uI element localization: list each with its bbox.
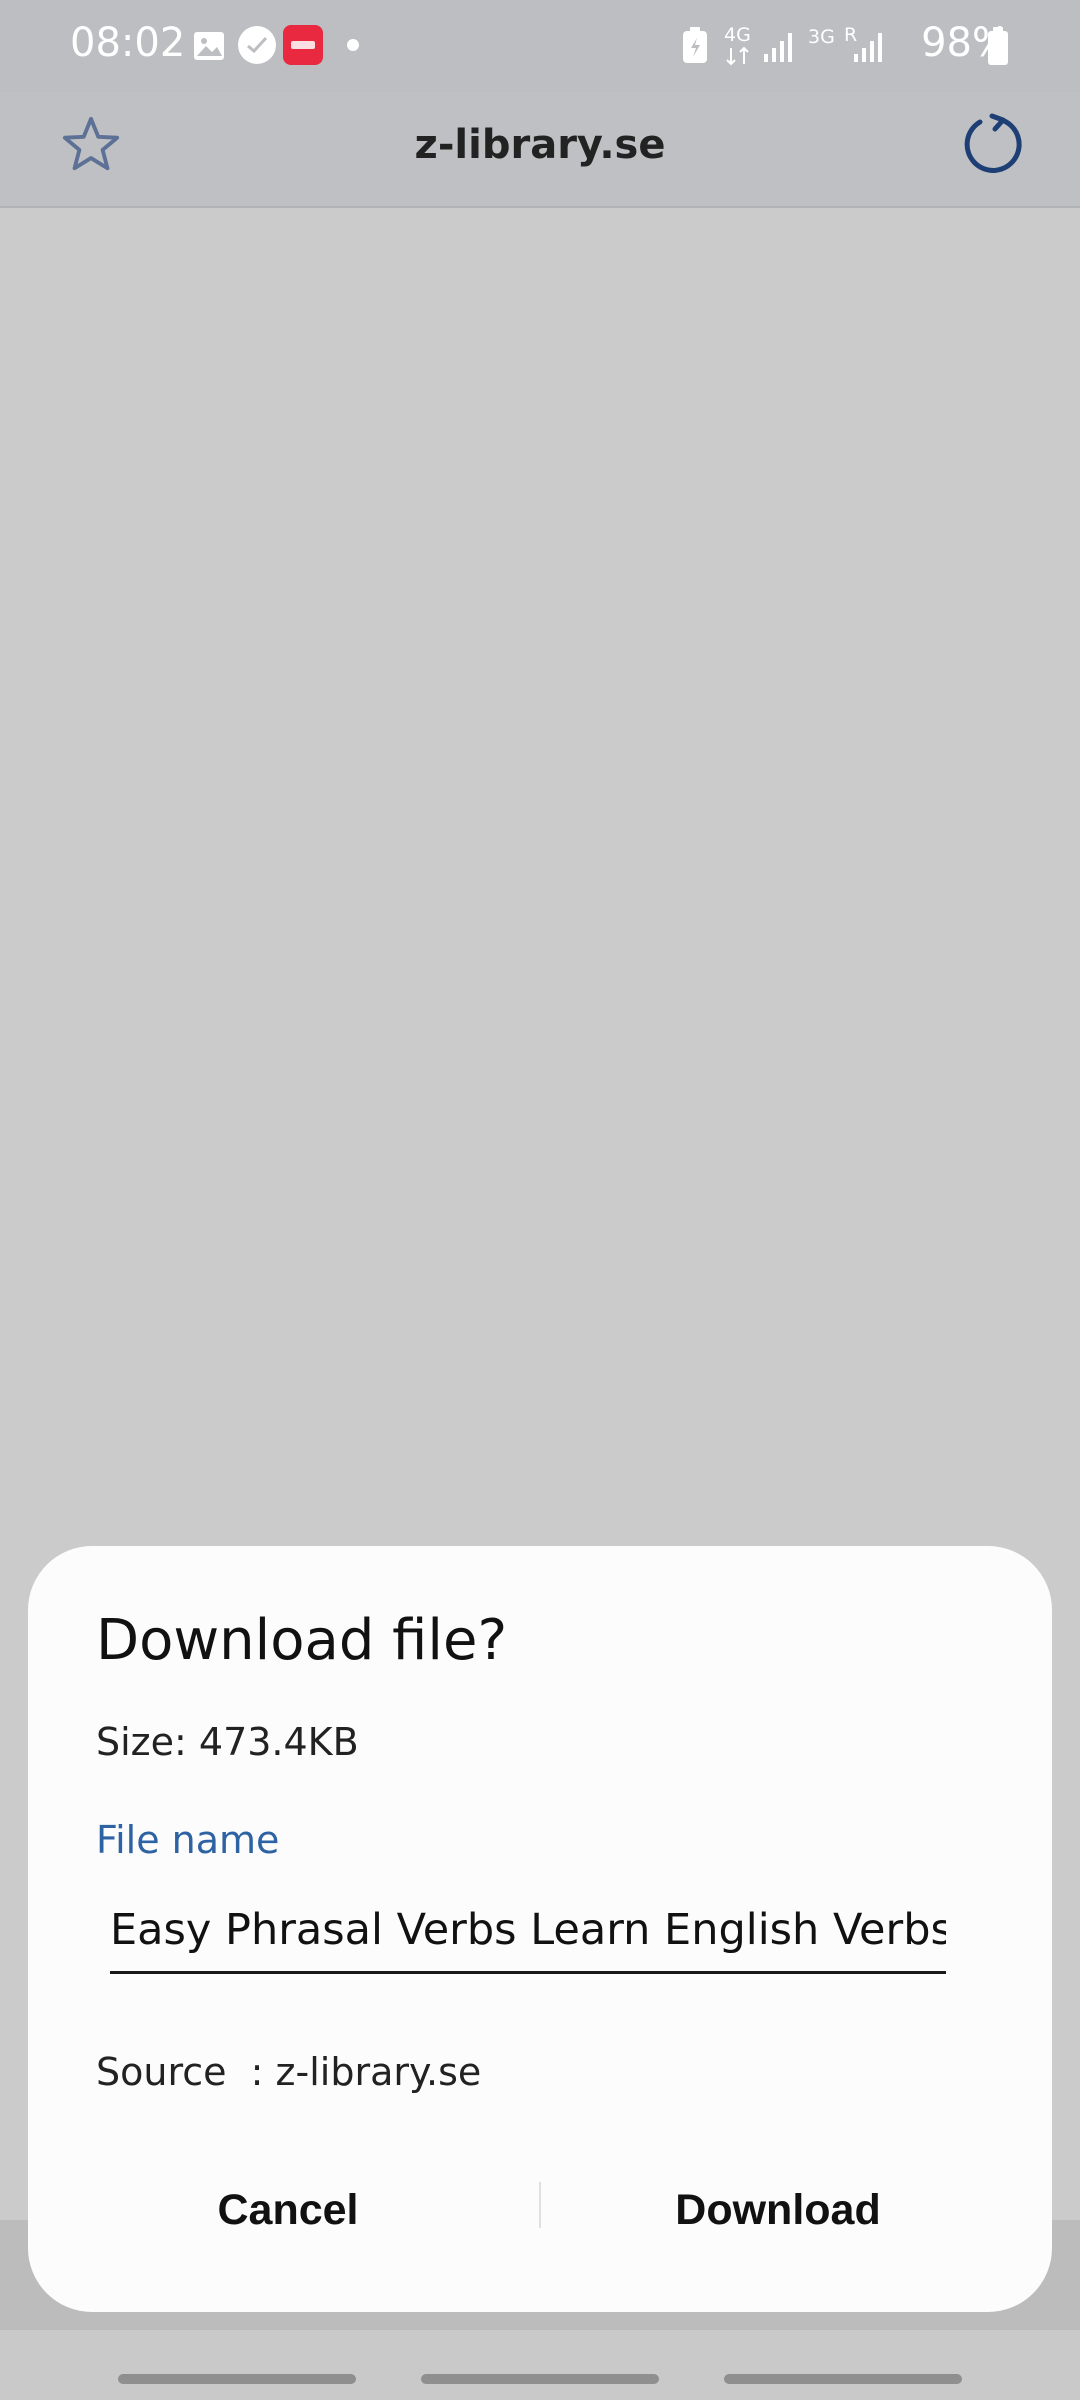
battery-saver-icon <box>683 27 707 63</box>
url-display[interactable]: z-library.se <box>0 122 1080 168</box>
cancel-button[interactable]: Cancel <box>88 2172 488 2248</box>
download-dialog: Download file? Size: 473.4KB File name E… <box>28 1546 1052 2312</box>
nav-back-pill[interactable] <box>724 2374 962 2384</box>
signal-icon <box>854 33 882 62</box>
status-time: 08:02 <box>70 20 186 66</box>
file-name-input[interactable]: Easy Phrasal Verbs Learn English Verbs T <box>110 1892 946 1974</box>
battery-icon <box>988 27 1008 65</box>
xiaohongshu-icon <box>283 25 323 65</box>
nav-home-pill[interactable] <box>421 2374 659 2384</box>
dialog-title: Download file? <box>96 1608 508 1673</box>
signal-icon <box>764 33 792 62</box>
browser-toolbar: z-library.se <box>0 92 1080 208</box>
chat-app-icon <box>238 26 276 64</box>
data-arrows-icon <box>726 46 749 66</box>
network-type-2: 3G <box>808 26 835 48</box>
file-size: Size: 473.4KB <box>96 1720 359 1764</box>
browser-screen: 08:02 4G 3G R 98% z-library.se Download … <box>0 0 1080 2400</box>
gesture-nav-bar <box>0 2330 1080 2400</box>
gallery-icon <box>194 32 224 60</box>
button-divider <box>539 2182 541 2228</box>
reload-icon[interactable] <box>962 112 1026 176</box>
status-bar: 08:02 4G 3G R 98% <box>0 0 1080 92</box>
nav-recent-pill[interactable] <box>118 2374 356 2384</box>
source-text: Source : z-library.se <box>96 2050 482 2094</box>
download-button[interactable]: Download <box>558 2172 998 2248</box>
file-name-label: File name <box>96 1818 280 1862</box>
dot-icon <box>347 39 359 51</box>
network-type-1: 4G <box>724 24 751 46</box>
